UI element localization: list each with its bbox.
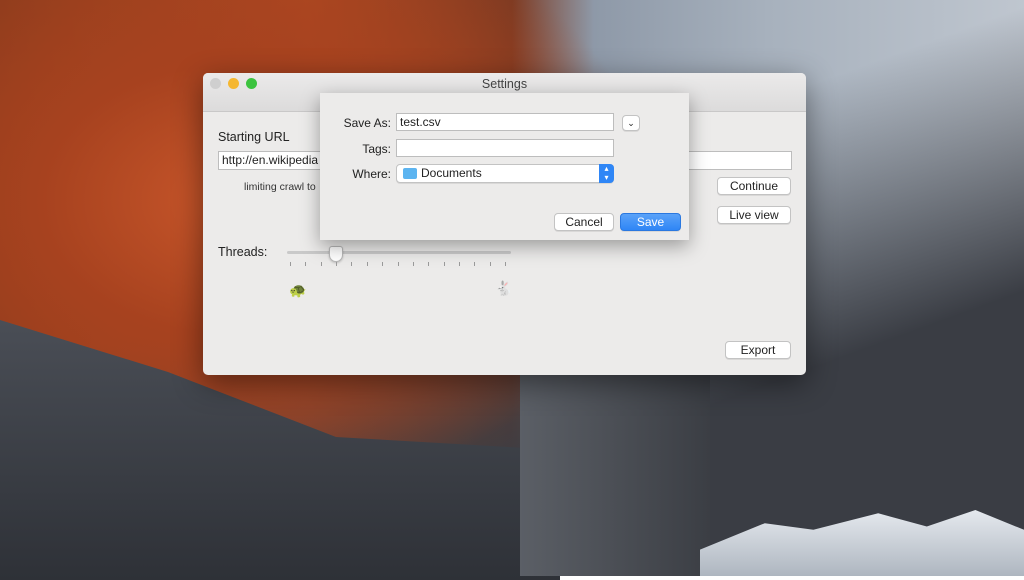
- window-title: Settings: [481, 77, 528, 91]
- turtle-icon: 🐢: [289, 282, 307, 298]
- slider-tick: [290, 262, 291, 266]
- slider-tick: [412, 262, 414, 266]
- limit-crawl-text: limiting crawl to: [244, 181, 316, 193]
- threads-slider-track[interactable]: [287, 251, 511, 254]
- where-value: Documents: [421, 166, 482, 180]
- threads-label: Threads:: [218, 245, 268, 259]
- export-button[interactable]: Export: [725, 341, 791, 359]
- tags-input[interactable]: [396, 139, 614, 157]
- rabbit-icon: 🐇: [495, 280, 513, 296]
- slider-tick: [336, 262, 338, 266]
- save-sheet: Save As: test.csv ⌄ Tags: Where: Documen…: [320, 93, 689, 240]
- tags-label: Tags:: [362, 142, 391, 156]
- live-view-button[interactable]: Live view: [717, 206, 791, 224]
- slider-tick: [474, 262, 476, 266]
- settings-window: Settings Starting URL http://en.wikipedi…: [203, 73, 806, 375]
- threads-slider-thumb[interactable]: [329, 246, 344, 262]
- where-popup[interactable]: Documents ▴ ▾: [396, 164, 614, 183]
- cancel-button[interactable]: Cancel: [554, 213, 614, 231]
- slider-tick: [351, 262, 353, 266]
- where-label: Where:: [352, 167, 391, 181]
- folder-icon: [403, 168, 417, 179]
- expand-chevron-button[interactable]: ⌄: [622, 115, 640, 131]
- slider-tick: [458, 262, 460, 266]
- slider-tick: [382, 262, 384, 266]
- continue-button[interactable]: Continue: [717, 177, 791, 195]
- starting-url-label: Starting URL: [218, 130, 290, 144]
- desktop-background-rock: [520, 375, 710, 576]
- slider-tick: [428, 262, 430, 266]
- chevron-down-icon: ⌄: [627, 118, 635, 128]
- up-down-arrows-icon: ▴ ▾: [599, 164, 614, 183]
- slider-tick: [320, 262, 322, 266]
- slider-tick: [305, 262, 307, 266]
- slider-tick: [489, 262, 491, 266]
- slider-tick: [397, 262, 399, 266]
- slider-tick: [366, 262, 368, 266]
- slider-tick: [505, 262, 506, 266]
- slider-tick: [443, 262, 445, 266]
- save-as-label: Save As:: [343, 116, 391, 130]
- save-button[interactable]: Save: [620, 213, 681, 231]
- save-as-input[interactable]: test.csv: [396, 113, 614, 131]
